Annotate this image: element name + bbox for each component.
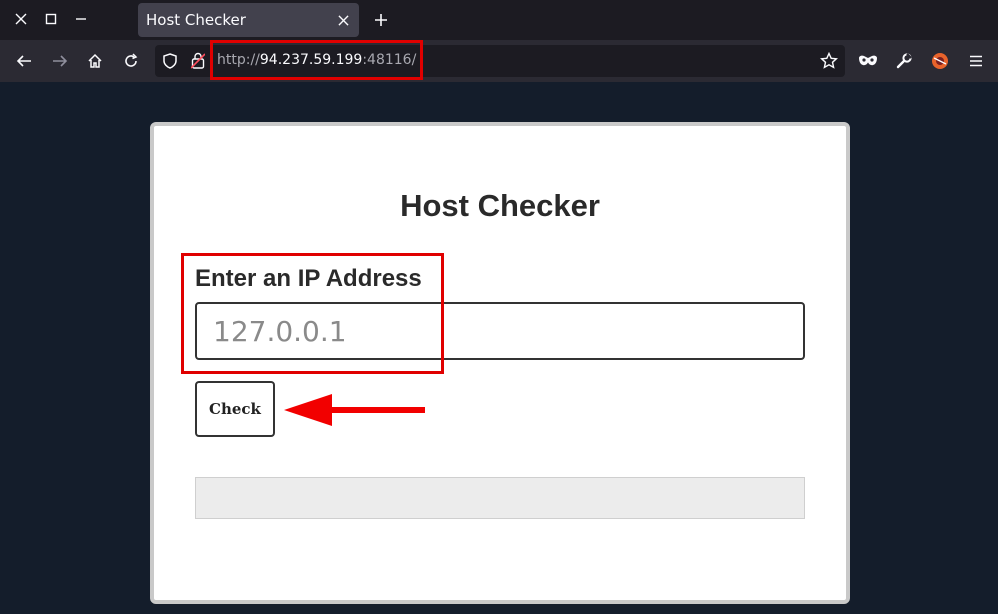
back-icon[interactable] (13, 50, 35, 72)
minimize-icon[interactable] (71, 9, 91, 29)
close-icon[interactable] (11, 9, 31, 29)
url-annotation-highlight (210, 40, 423, 80)
home-icon[interactable] (84, 50, 106, 72)
maximize-icon[interactable] (41, 9, 61, 29)
result-output (195, 477, 805, 519)
reload-icon[interactable] (120, 50, 142, 72)
insecure-lock-icon[interactable] (190, 52, 206, 73)
new-tab-icon[interactable] (370, 9, 392, 31)
forward-icon[interactable] (49, 50, 71, 72)
wrench-icon[interactable] (893, 50, 915, 72)
active-tab[interactable]: Host Checker (138, 3, 359, 37)
input-annotation-highlight (181, 253, 444, 374)
tab-title: Host Checker (146, 11, 246, 29)
tab-close-icon[interactable] (333, 10, 353, 30)
mask-icon[interactable] (857, 50, 879, 72)
bookmark-star-icon[interactable] (819, 51, 839, 74)
arrow-icon (284, 394, 425, 426)
menu-icon[interactable] (965, 50, 987, 72)
shield-icon[interactable] (163, 53, 177, 73)
page-title: Host Checker (400, 188, 600, 223)
tab-strip: Host Checker (0, 0, 998, 40)
extension-icon[interactable] (929, 50, 951, 72)
check-button[interactable]: Check (195, 381, 275, 437)
nav-bar: http://94.237.59.199:48116/ (0, 40, 998, 82)
